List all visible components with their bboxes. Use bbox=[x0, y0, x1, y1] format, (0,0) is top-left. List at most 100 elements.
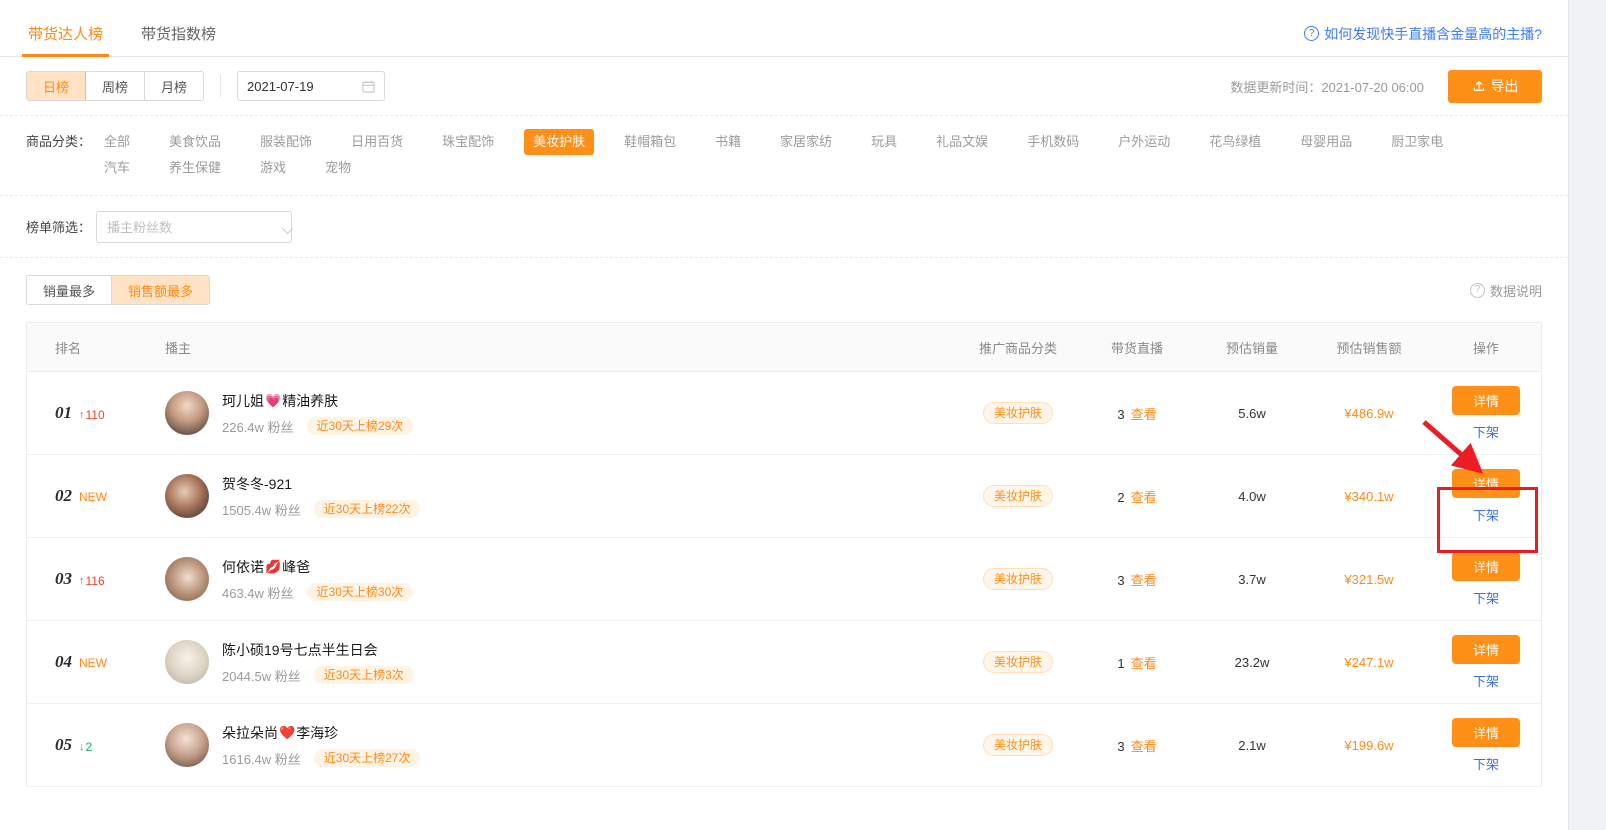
host-name[interactable]: 何依诺 💋 峰爸 bbox=[222, 557, 413, 577]
category-item-shoes-bags[interactable]: 鞋帽箱包 bbox=[615, 129, 685, 155]
category-item-digital[interactable]: 手机数码 bbox=[1018, 129, 1088, 155]
view-live-link[interactable]: 查看 bbox=[1131, 490, 1157, 505]
view-live-link[interactable]: 查看 bbox=[1131, 573, 1157, 588]
period-option-monthly[interactable]: 月榜 bbox=[145, 72, 204, 100]
help-link-label: 如何发现快手直播含金量高的主播? bbox=[1324, 25, 1542, 42]
column-header-rank: 排名 bbox=[55, 340, 82, 356]
rank-delta-value: 116 bbox=[85, 574, 105, 588]
period-option-daily[interactable]: 日榜 bbox=[27, 72, 87, 100]
host-cell: 朵拉朵尚 ❤️ 李海珍 1616.4w 粉丝 近30天上榜27次 bbox=[143, 723, 958, 768]
live-count-cell: 1 查看 bbox=[1078, 653, 1196, 672]
view-live-link[interactable]: 查看 bbox=[1131, 739, 1157, 754]
operation-cell: 详情 下架 bbox=[1430, 717, 1542, 773]
category-item-home-textiles[interactable]: 家居家纺 bbox=[771, 129, 841, 155]
period-option-weekly[interactable]: 周榜 bbox=[86, 72, 146, 100]
category-item-toys[interactable]: 玩具 bbox=[862, 129, 906, 155]
unlist-link[interactable]: 下架 bbox=[1473, 422, 1499, 441]
category-item-plants[interactable]: 花鸟绿植 bbox=[1200, 129, 1270, 155]
column-header-host: 播主 bbox=[165, 340, 192, 356]
rank-cell: 05 ↓ 2 bbox=[27, 735, 143, 755]
avatar[interactable] bbox=[165, 557, 209, 601]
data-explanation-link[interactable]: ? 数据说明 bbox=[1469, 281, 1542, 300]
fans-count: 226.4w 粉丝 bbox=[222, 419, 294, 435]
category-item-gifts[interactable]: 礼品文娱 bbox=[927, 129, 997, 155]
category-item-pets[interactable]: 宠物 bbox=[316, 155, 360, 181]
tab-index-ranking[interactable]: 带货指数榜 bbox=[139, 27, 218, 56]
arrow-up-icon: ↑ bbox=[79, 409, 85, 421]
fans-count-select[interactable]: 播主粉丝数 bbox=[96, 210, 294, 243]
category-item-apparel[interactable]: 服装配饰 bbox=[251, 129, 321, 155]
detail-button[interactable]: 详情 bbox=[1452, 468, 1520, 498]
category-item-health[interactable]: 养生保健 bbox=[160, 155, 230, 181]
detail-button[interactable]: 详情 bbox=[1452, 385, 1520, 415]
tab-talent-ranking[interactable]: 带货达人榜 bbox=[21, 27, 110, 57]
category-item-maternal[interactable]: 母婴用品 bbox=[1291, 129, 1361, 155]
unlist-link[interactable]: 下架 bbox=[1473, 505, 1499, 524]
question-circle-icon: ? bbox=[1304, 26, 1320, 41]
category-item-books[interactable]: 书籍 bbox=[706, 129, 750, 155]
avatar[interactable] bbox=[165, 474, 209, 518]
rank-badge-new: NEW bbox=[79, 656, 107, 670]
table-header-row: 排名 播主 推广商品分类 带货直播 预估销量 预估销售额 操作 bbox=[27, 323, 1541, 372]
data-explanation-label: 数据说明 bbox=[1489, 283, 1542, 299]
live-count-cell: 3 查看 bbox=[1078, 570, 1196, 589]
table-row: 02 NEW 贺冬冬-921 1505.4w 粉丝 近30天上榜22次 美妆护肤… bbox=[27, 455, 1541, 538]
category-filter-items: 全部 美食饮品 服装配饰 日用百货 珠宝配饰 美妆护肤 鞋帽箱包 书籍 家居家纺… bbox=[95, 129, 1505, 181]
detail-button[interactable]: 详情 bbox=[1452, 634, 1520, 664]
date-picker[interactable]: 2021-07-19 bbox=[237, 71, 386, 101]
host-cell: 珂儿姐 💗 精油养肤 226.4w 粉丝 近30天上榜29次 bbox=[143, 391, 958, 436]
rank-delta-value: 2 bbox=[85, 740, 93, 754]
avatar[interactable] bbox=[165, 640, 209, 684]
host-name-prefix: 陈小硕19号七点半生日会 bbox=[222, 641, 378, 658]
table-row: 01 ↑ 110 珂儿姐 💗 精油养肤 226.4w 粉丝 近30天上榜29次 … bbox=[27, 372, 1541, 455]
category-item-appliances[interactable]: 厨卫家电 bbox=[1382, 129, 1452, 155]
promo-category-cell: 美妆护肤 bbox=[958, 651, 1078, 673]
category-item-games[interactable]: 游戏 bbox=[251, 155, 295, 181]
right-gutter bbox=[1568, 0, 1606, 830]
host-name[interactable]: 陈小硕19号七点半生日会 bbox=[222, 640, 414, 660]
avatar[interactable] bbox=[165, 723, 209, 767]
view-live-link[interactable]: 查看 bbox=[1131, 407, 1157, 422]
category-item-beauty[interactable]: 美妆护肤 bbox=[524, 129, 595, 155]
rank-filter-label: 榜单筛选： bbox=[26, 220, 92, 235]
export-button[interactable]: 导出 bbox=[1448, 69, 1542, 103]
avatar[interactable] bbox=[165, 391, 209, 435]
category-item-jewelry[interactable]: 珠宝配饰 bbox=[433, 129, 503, 155]
view-live-link[interactable]: 查看 bbox=[1131, 656, 1157, 671]
sales-amount-cell: ¥340.1w bbox=[1344, 488, 1394, 504]
detail-button[interactable]: 详情 bbox=[1452, 717, 1520, 747]
category-item-auto[interactable]: 汽车 bbox=[95, 155, 139, 181]
category-item-food[interactable]: 美食饮品 bbox=[160, 129, 230, 155]
host-name[interactable]: 朵拉朵尚 ❤️ 李海珍 bbox=[222, 723, 420, 743]
sort-option-most-sales-volume[interactable]: 销量最多 bbox=[27, 276, 113, 304]
category-item-outdoor[interactable]: 户外运动 bbox=[1109, 129, 1179, 155]
live-count-cell: 3 查看 bbox=[1078, 404, 1196, 423]
rank-number: 02 bbox=[55, 486, 72, 505]
calendar-icon bbox=[362, 80, 375, 93]
category-item-daily-goods[interactable]: 日用百货 bbox=[342, 129, 412, 155]
detail-button[interactable]: 详情 bbox=[1452, 551, 1520, 581]
heart-emoji-icon: 💗 bbox=[265, 392, 282, 408]
table-row: 03 ↑ 116 何依诺 💋 峰爸 463.4w 粉丝 近30天上榜30次 美妆… bbox=[27, 538, 1541, 621]
on-list-badge: 近30天上榜3次 bbox=[313, 666, 414, 684]
host-name-prefix: 何依诺 bbox=[222, 558, 264, 575]
rank-delta-up: ↑ 110 bbox=[79, 408, 105, 422]
unlist-link[interactable]: 下架 bbox=[1473, 588, 1499, 607]
upload-icon bbox=[1472, 79, 1486, 93]
unlist-link[interactable]: 下架 bbox=[1473, 754, 1499, 773]
promo-category-tag: 美妆护肤 bbox=[982, 734, 1053, 756]
sort-option-most-sales-amount[interactable]: 销售额最多 bbox=[112, 276, 210, 304]
help-link[interactable]: ? 如何发现快手直播含金量高的主播? bbox=[1304, 26, 1542, 41]
live-count-value: 1 bbox=[1117, 655, 1125, 671]
promo-category-cell: 美妆护肤 bbox=[958, 402, 1078, 424]
host-name[interactable]: 贺冬冬-921 bbox=[222, 474, 420, 494]
promo-category-tag: 美妆护肤 bbox=[982, 485, 1053, 507]
column-header-promo-category: 推广商品分类 bbox=[978, 340, 1057, 356]
rank-cell: 03 ↑ 116 bbox=[27, 569, 143, 589]
category-filter-bar: 商品分类： 全部 美食饮品 服装配饰 日用百货 珠宝配饰 美妆护肤 鞋帽箱包 书… bbox=[0, 116, 1568, 196]
category-item-all[interactable]: 全部 bbox=[95, 129, 139, 155]
host-name[interactable]: 珂儿姐 💗 精油养肤 bbox=[222, 391, 413, 411]
unlist-link[interactable]: 下架 bbox=[1473, 671, 1499, 690]
period-filter-bar: 日榜 周榜 月榜 2021-07-19 数据更新时间：2021-07-20 06… bbox=[0, 57, 1568, 116]
arrow-down-icon: ↓ bbox=[79, 741, 85, 753]
